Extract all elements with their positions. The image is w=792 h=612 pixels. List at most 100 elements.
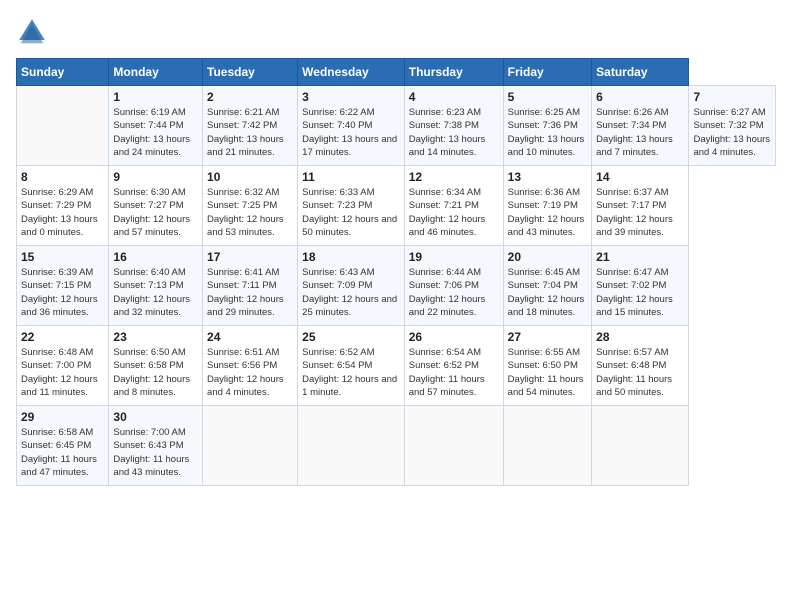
- calendar-week-row: 29 Sunrise: 6:58 AMSunset: 6:45 PMDayligh…: [17, 406, 776, 486]
- day-number: 10: [207, 170, 293, 184]
- calendar-cell: [17, 86, 109, 166]
- day-number: 27: [508, 330, 588, 344]
- day-number: 18: [302, 250, 400, 264]
- day-info: Sunrise: 6:21 AMSunset: 7:42 PMDaylight:…: [207, 106, 293, 159]
- day-info: Sunrise: 6:23 AMSunset: 7:38 PMDaylight:…: [409, 106, 499, 159]
- weekday-header-thursday: Thursday: [404, 59, 503, 86]
- day-info: Sunrise: 7:00 AMSunset: 6:43 PMDaylight:…: [113, 426, 198, 479]
- day-info: Sunrise: 6:33 AMSunset: 7:23 PMDaylight:…: [302, 186, 400, 239]
- day-number: 16: [113, 250, 198, 264]
- day-info: Sunrise: 6:58 AMSunset: 6:45 PMDaylight:…: [21, 426, 104, 479]
- day-number: 25: [302, 330, 400, 344]
- calendar-cell: 12Sunrise: 6:34 AMSunset: 7:21 PMDayligh…: [404, 166, 503, 246]
- logo: [16, 16, 50, 48]
- day-info: Sunrise: 6:34 AMSunset: 7:21 PMDaylight:…: [409, 186, 499, 239]
- day-number: 24: [207, 330, 293, 344]
- calendar-cell: 20 Sunrise: 6:45 AMSunset: 7:04 PMDayligh…: [503, 246, 592, 326]
- day-info: Sunrise: 6:55 AMSunset: 6:50 PMDaylight:…: [508, 346, 588, 399]
- day-number: 17: [207, 250, 293, 264]
- calendar-cell: 2 Sunrise: 6:21 AMSunset: 7:42 PMDaylight…: [203, 86, 298, 166]
- day-number: 28: [596, 330, 684, 344]
- weekday-header-tuesday: Tuesday: [203, 59, 298, 86]
- calendar-cell: 5 Sunrise: 6:25 AMSunset: 7:36 PMDaylight…: [503, 86, 592, 166]
- day-number: 9: [113, 170, 198, 184]
- day-info: Sunrise: 6:47 AMSunset: 7:02 PMDaylight:…: [596, 266, 684, 319]
- calendar-week-row: 22 Sunrise: 6:48 AMSunset: 7:00 PMDayligh…: [17, 326, 776, 406]
- day-number: 15: [21, 250, 104, 264]
- day-info: Sunrise: 6:48 AMSunset: 7:00 PMDaylight:…: [21, 346, 104, 399]
- day-info: Sunrise: 6:22 AMSunset: 7:40 PMDaylight:…: [302, 106, 400, 159]
- calendar-cell: 3Sunrise: 6:22 AMSunset: 7:40 PMDaylight…: [298, 86, 405, 166]
- calendar-cell: [203, 406, 298, 486]
- header: [16, 16, 776, 48]
- calendar-cell: 22 Sunrise: 6:48 AMSunset: 7:00 PMDayligh…: [17, 326, 109, 406]
- calendar-cell: 26 Sunrise: 6:54 AMSunset: 6:52 PMDayligh…: [404, 326, 503, 406]
- day-number: 1: [113, 90, 198, 104]
- calendar-cell: 28 Sunrise: 6:57 AMSunset: 6:48 PMDayligh…: [592, 326, 689, 406]
- calendar-cell: 27 Sunrise: 6:55 AMSunset: 6:50 PMDayligh…: [503, 326, 592, 406]
- day-info: Sunrise: 6:40 AMSunset: 7:13 PMDaylight:…: [113, 266, 198, 319]
- calendar-cell: 7Sunrise: 6:27 AMSunset: 7:32 PMDaylight…: [689, 86, 776, 166]
- day-number: 2: [207, 90, 293, 104]
- day-info: Sunrise: 6:44 AMSunset: 7:06 PMDaylight:…: [409, 266, 499, 319]
- calendar-cell: 17 Sunrise: 6:41 AMSunset: 7:11 PMDayligh…: [203, 246, 298, 326]
- logo-icon: [16, 16, 48, 48]
- day-number: 29: [21, 410, 104, 424]
- weekday-header-monday: Monday: [109, 59, 203, 86]
- day-number: 7: [693, 90, 771, 104]
- calendar-cell: 9 Sunrise: 6:30 AMSunset: 7:27 PMDaylight…: [109, 166, 203, 246]
- calendar-cell: 14Sunrise: 6:37 AMSunset: 7:17 PMDayligh…: [592, 166, 689, 246]
- weekday-header-friday: Friday: [503, 59, 592, 86]
- day-info: Sunrise: 6:26 AMSunset: 7:34 PMDaylight:…: [596, 106, 684, 159]
- calendar-cell: 15 Sunrise: 6:39 AMSunset: 7:15 PMDayligh…: [17, 246, 109, 326]
- day-number: 22: [21, 330, 104, 344]
- weekday-header-sunday: Sunday: [17, 59, 109, 86]
- day-info: Sunrise: 6:45 AMSunset: 7:04 PMDaylight:…: [508, 266, 588, 319]
- day-number: 20: [508, 250, 588, 264]
- page: SundayMondayTuesdayWednesdayThursdayFrid…: [0, 0, 792, 612]
- calendar-cell: 11 Sunrise: 6:33 AMSunset: 7:23 PMDayligh…: [298, 166, 405, 246]
- day-number: 30: [113, 410, 198, 424]
- day-info: Sunrise: 6:32 AMSunset: 7:25 PMDaylight:…: [207, 186, 293, 239]
- calendar-cell: 8 Sunrise: 6:29 AMSunset: 7:29 PMDaylight…: [17, 166, 109, 246]
- day-number: 5: [508, 90, 588, 104]
- day-number: 6: [596, 90, 684, 104]
- calendar-cell: [503, 406, 592, 486]
- day-number: 13: [508, 170, 588, 184]
- day-info: Sunrise: 6:19 AMSunset: 7:44 PMDaylight:…: [113, 106, 198, 159]
- calendar-cell: 19 Sunrise: 6:44 AMSunset: 7:06 PMDayligh…: [404, 246, 503, 326]
- day-info: Sunrise: 6:37 AMSunset: 7:17 PMDaylight:…: [596, 186, 684, 239]
- calendar-cell: 10 Sunrise: 6:32 AMSunset: 7:25 PMDayligh…: [203, 166, 298, 246]
- calendar-cell: 21Sunrise: 6:47 AMSunset: 7:02 PMDayligh…: [592, 246, 689, 326]
- calendar-cell: 18 Sunrise: 6:43 AMSunset: 7:09 PMDayligh…: [298, 246, 405, 326]
- day-info: Sunrise: 6:57 AMSunset: 6:48 PMDaylight:…: [596, 346, 684, 399]
- day-info: Sunrise: 6:36 AMSunset: 7:19 PMDaylight:…: [508, 186, 588, 239]
- day-number: 26: [409, 330, 499, 344]
- day-number: 23: [113, 330, 198, 344]
- weekday-header-row: SundayMondayTuesdayWednesdayThursdayFrid…: [17, 59, 776, 86]
- calendar-cell: [592, 406, 689, 486]
- day-info: Sunrise: 6:25 AMSunset: 7:36 PMDaylight:…: [508, 106, 588, 159]
- day-info: Sunrise: 6:51 AMSunset: 6:56 PMDaylight:…: [207, 346, 293, 399]
- day-info: Sunrise: 6:43 AMSunset: 7:09 PMDaylight:…: [302, 266, 400, 319]
- calendar-cell: 16 Sunrise: 6:40 AMSunset: 7:13 PMDayligh…: [109, 246, 203, 326]
- calendar-week-row: 15 Sunrise: 6:39 AMSunset: 7:15 PMDayligh…: [17, 246, 776, 326]
- day-info: Sunrise: 6:54 AMSunset: 6:52 PMDaylight:…: [409, 346, 499, 399]
- calendar-cell: [298, 406, 405, 486]
- day-info: Sunrise: 6:50 AMSunset: 6:58 PMDaylight:…: [113, 346, 198, 399]
- calendar-cell: 25 Sunrise: 6:52 AMSunset: 6:54 PMDayligh…: [298, 326, 405, 406]
- day-info: Sunrise: 6:41 AMSunset: 7:11 PMDaylight:…: [207, 266, 293, 319]
- day-number: 19: [409, 250, 499, 264]
- day-info: Sunrise: 6:30 AMSunset: 7:27 PMDaylight:…: [113, 186, 198, 239]
- day-info: Sunrise: 6:52 AMSunset: 6:54 PMDaylight:…: [302, 346, 400, 399]
- calendar-cell: 13 Sunrise: 6:36 AMSunset: 7:19 PMDayligh…: [503, 166, 592, 246]
- day-info: Sunrise: 6:39 AMSunset: 7:15 PMDaylight:…: [21, 266, 104, 319]
- day-number: 8: [21, 170, 104, 184]
- day-number: 11: [302, 170, 400, 184]
- calendar-cell: 24 Sunrise: 6:51 AMSunset: 6:56 PMDayligh…: [203, 326, 298, 406]
- calendar-week-row: 1 Sunrise: 6:19 AMSunset: 7:44 PMDaylight…: [17, 86, 776, 166]
- calendar-cell: 4Sunrise: 6:23 AMSunset: 7:38 PMDaylight…: [404, 86, 503, 166]
- calendar-week-row: 8 Sunrise: 6:29 AMSunset: 7:29 PMDaylight…: [17, 166, 776, 246]
- calendar-cell: 1 Sunrise: 6:19 AMSunset: 7:44 PMDaylight…: [109, 86, 203, 166]
- day-info: Sunrise: 6:29 AMSunset: 7:29 PMDaylight:…: [21, 186, 104, 239]
